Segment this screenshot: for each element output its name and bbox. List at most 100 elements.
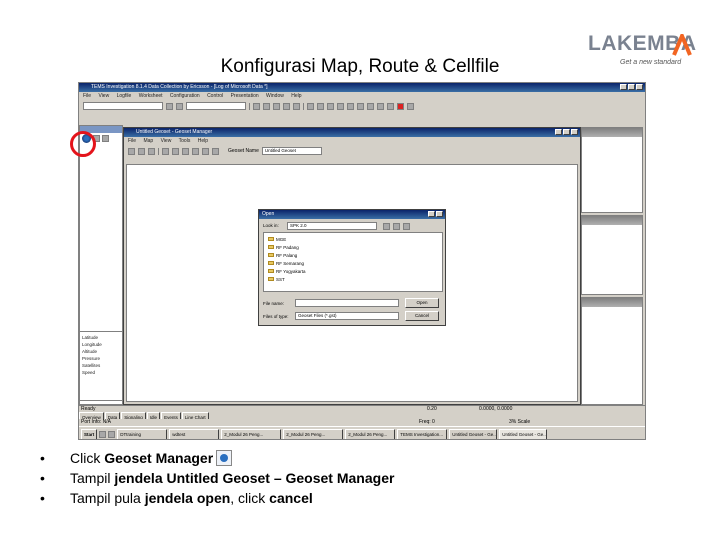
close-button[interactable] (571, 129, 578, 135)
list-item[interactable]: RF Palang (268, 251, 438, 259)
menu-view[interactable]: View (98, 93, 109, 99)
menu-file[interactable]: File (83, 93, 91, 99)
menu-view[interactable]: View (161, 138, 172, 144)
new-icon[interactable] (128, 147, 135, 155)
list-item[interactable]: RF Yogyakarta (268, 267, 438, 275)
taskbar-item[interactable]: DTtraining (117, 428, 168, 439)
taskbar-item[interactable]: Untitled Geoset - Ge... (449, 428, 498, 439)
zoom-out-icon[interactable] (172, 147, 179, 155)
toolbar-button[interactable] (307, 102, 314, 110)
save-icon[interactable] (148, 147, 155, 155)
folder-label: RF Semarang (276, 260, 305, 266)
toolbar-button[interactable] (176, 102, 183, 110)
toolbar-combo[interactable] (83, 102, 163, 110)
menu-control[interactable]: Control (207, 93, 223, 99)
taskbar-item-active[interactable]: Untitled Geoset - Ge... (499, 428, 548, 439)
quicklaunch-icon[interactable] (99, 430, 107, 438)
menu-tools[interactable]: Tools (179, 138, 191, 144)
instruction-text: , click (230, 490, 270, 506)
menu-help[interactable]: Help (291, 93, 301, 99)
taskbar-item[interactable]: 2_Modul 26 Peng... (283, 428, 344, 439)
cancel-button[interactable]: Cancel (405, 311, 439, 321)
geoset-name-label: Geoset Name (228, 148, 259, 154)
quicklaunch-icon[interactable] (108, 430, 116, 438)
view-menu-icon[interactable] (403, 223, 410, 230)
toolbar-button[interactable] (263, 102, 270, 110)
close-button[interactable] (636, 84, 643, 90)
app-menubar: File View Logfile Worksheet Configuratio… (79, 92, 645, 100)
toolbar-button[interactable] (357, 102, 364, 110)
menu-presentation[interactable]: Presentation (231, 93, 259, 99)
maximize-button[interactable] (628, 84, 635, 90)
minimize-button[interactable] (620, 84, 627, 90)
layers-icon[interactable] (102, 134, 109, 142)
toolbar-button[interactable] (283, 102, 290, 110)
instruction-item: • Click Geoset Manager (40, 448, 680, 468)
help-button[interactable] (428, 211, 435, 217)
folder-icon (268, 253, 274, 257)
port-status-bar: Port Info: N/A Freq: 0 3% Scale (79, 419, 645, 426)
record-icon[interactable] (397, 102, 404, 110)
open-icon[interactable] (138, 147, 145, 155)
open-dialog-title: Open (262, 211, 275, 217)
toolbar-button[interactable] (327, 102, 334, 110)
start-button[interactable]: Start (81, 428, 98, 439)
file-name-input[interactable] (295, 299, 399, 307)
menu-worksheet[interactable]: Worksheet (139, 93, 163, 99)
menu-file[interactable]: File (128, 138, 136, 144)
toolbar-button[interactable] (253, 102, 260, 110)
folder-label: SST (276, 276, 285, 282)
toolbar-button[interactable] (377, 102, 384, 110)
toolbar-button[interactable] (367, 102, 374, 110)
folder-label: RF Palang (276, 252, 298, 258)
taskbar-item[interactable]: 2_Modul 26 Peng... (221, 428, 282, 439)
open-button[interactable]: Open (405, 298, 439, 308)
menu-help[interactable]: Help (198, 138, 208, 144)
zoom-info: 3% Scale (509, 419, 531, 425)
minimize-button[interactable] (555, 129, 562, 135)
menu-logfile[interactable]: Logfile (117, 93, 132, 99)
toolbar-combo[interactable] (186, 102, 246, 110)
gps-info-panel: Latitude Longitude Altitude Pressure Sat… (79, 331, 123, 401)
list-item[interactable]: SST (268, 275, 438, 283)
menu-configuration[interactable]: Configuration (170, 93, 200, 99)
look-in-select[interactable]: SPK 2.0 (287, 222, 377, 230)
menu-map[interactable]: Map (143, 138, 153, 144)
up-folder-icon[interactable] (383, 223, 390, 230)
zoom-in-icon[interactable] (162, 147, 169, 155)
close-button[interactable] (436, 211, 443, 217)
list-item[interactable]: MGE (268, 235, 438, 243)
select-icon[interactable] (192, 147, 199, 155)
toolbar-button[interactable] (407, 102, 414, 110)
geoset-name-field[interactable]: Untitled Geoset (261, 147, 322, 155)
toolbar-button[interactable] (166, 102, 173, 110)
file-list[interactable]: MGE RF Padang RF Palang RF Semarang RF Y… (263, 232, 443, 292)
toolbar-button[interactable] (337, 102, 344, 110)
maximize-button[interactable] (563, 129, 570, 135)
toolbar-button[interactable] (387, 102, 394, 110)
app-window-controls (620, 84, 643, 90)
list-item[interactable]: RF Semarang (268, 259, 438, 267)
instruction-text: Tampil (70, 470, 115, 486)
taskbar-item[interactable]: TEMS Investigation... (397, 428, 448, 439)
toolbar-button[interactable] (317, 102, 324, 110)
menu-window[interactable]: Window (266, 93, 284, 99)
instruction-text: Click (70, 450, 105, 466)
panel-titlebar (582, 298, 642, 307)
new-folder-icon[interactable] (393, 223, 400, 230)
folder-label: RF Padang (276, 244, 299, 250)
toolbar-button[interactable] (293, 102, 300, 110)
info-line: Longitude (82, 342, 102, 347)
toolbar-button[interactable] (347, 102, 354, 110)
layer-control-icon[interactable] (202, 147, 209, 155)
properties-icon[interactable] (212, 147, 219, 155)
taskbar-item[interactable]: 2_Modul 26 Peng... (345, 428, 396, 439)
files-of-type-select[interactable]: Geoset Files (*.gst) (295, 312, 399, 320)
list-item[interactable]: RF Padang (268, 243, 438, 251)
toolbar-button[interactable] (273, 102, 280, 110)
taskbar-item[interactable]: wdtest (169, 428, 220, 439)
pan-icon[interactable] (182, 147, 189, 155)
toolbar-separator (249, 102, 250, 110)
highlight-circle (70, 131, 96, 157)
right-panel-bottom (581, 297, 643, 405)
